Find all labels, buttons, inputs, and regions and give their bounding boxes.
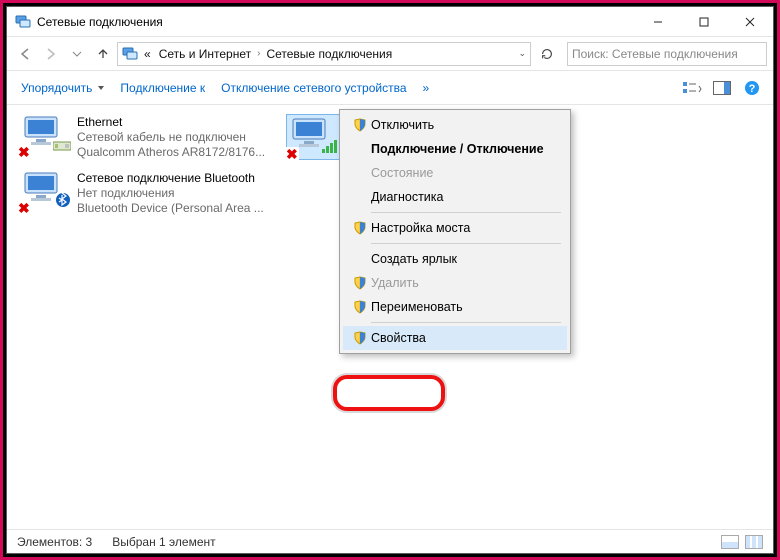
context-menu: Отключить Подключение / Отключение Состоян…: [339, 109, 571, 354]
maximize-button[interactable]: [681, 7, 727, 37]
connection-status: Нет подключения: [77, 186, 264, 201]
search-placeholder: Поиск: Сетевые подключения: [572, 47, 738, 61]
context-menu-item: Удалить: [343, 271, 567, 295]
context-menu-label: Настройка моста: [371, 221, 470, 235]
context-menu-label: Подключение / Отключение: [371, 142, 544, 156]
preview-pane-button[interactable]: [709, 76, 735, 100]
details-view-button[interactable]: [721, 535, 739, 549]
view-options-button[interactable]: [679, 76, 705, 100]
command-bar: Упорядочить Подключение к Отключение сет…: [7, 71, 773, 105]
status-count: Элементов: 3: [17, 535, 92, 549]
bluetooth-overlay-icon: [55, 192, 71, 213]
shield-icon: [349, 118, 371, 132]
navigation-bar: « Сеть и Интернет › Сетевые подключения …: [7, 37, 773, 71]
context-menu-item[interactable]: Диагностика: [343, 185, 567, 209]
titlebar: Сетевые подключения: [7, 7, 773, 37]
connection-device: Bluetooth Device (Personal Area ...: [77, 201, 264, 216]
close-button[interactable]: [727, 7, 773, 37]
connection-status: Сетевой кабель не подключен: [77, 130, 265, 145]
breadcrumb-2[interactable]: Сетевые подключения: [264, 47, 394, 61]
connection-item-bluetooth[interactable]: ✖ Сетевое подключение Bluetooth Нет подк…: [21, 171, 271, 216]
wifi-overlay-icon: [321, 140, 339, 159]
error-overlay-icon: ✖: [285, 147, 299, 161]
context-menu-label: Переименовать: [371, 300, 463, 314]
connection-icon: ✖: [289, 117, 337, 157]
refresh-button[interactable]: [535, 42, 559, 66]
connection-item-wifi[interactable]: ✖: [287, 115, 347, 159]
context-menu-item[interactable]: Свойства: [343, 326, 567, 350]
window-title: Сетевые подключения: [37, 15, 635, 29]
context-menu-item[interactable]: Подключение / Отключение: [343, 137, 567, 161]
breadcrumb-prefix: «: [142, 47, 153, 61]
context-menu-item[interactable]: Отключить: [343, 113, 567, 137]
connection-icon: ✖: [21, 115, 69, 155]
address-bar[interactable]: « Сеть и Интернет › Сетевые подключения …: [117, 42, 531, 66]
connection-icon: ✖: [21, 171, 69, 211]
context-menu-item[interactable]: Настройка моста: [343, 216, 567, 240]
search-input[interactable]: Поиск: Сетевые подключения: [567, 42, 767, 66]
items-area[interactable]: ✖ Ethernet Сетевой кабель не подключен Q…: [7, 105, 773, 529]
large-icons-view-button[interactable]: [745, 535, 763, 549]
shield-icon: [349, 331, 371, 345]
network-connections-icon: [15, 14, 31, 30]
context-menu-item: Состояние: [343, 161, 567, 185]
back-button[interactable]: [13, 42, 37, 66]
context-menu-label: Создать ярлык: [371, 252, 457, 266]
svg-text:?: ?: [749, 83, 756, 95]
help-button[interactable]: ?: [739, 76, 765, 100]
shield-icon: [349, 221, 371, 235]
error-overlay-icon: ✖: [17, 145, 31, 159]
location-icon: [122, 46, 138, 62]
context-menu-item[interactable]: Создать ярлык: [343, 247, 567, 271]
chevron-right-icon[interactable]: ›: [257, 48, 260, 59]
address-dropdown-icon[interactable]: ⌄: [518, 48, 526, 59]
context-menu-label: Состояние: [371, 166, 433, 180]
shield-icon: [349, 300, 371, 314]
organize-button[interactable]: Упорядочить: [15, 77, 110, 99]
status-selection: Выбран 1 элемент: [112, 535, 215, 549]
recent-button[interactable]: [65, 42, 89, 66]
status-bar: Элементов: 3 Выбран 1 элемент: [7, 529, 773, 553]
nic-overlay-icon: [53, 139, 71, 157]
connection-name: Сетевое подключение Bluetooth: [77, 171, 264, 186]
disable-device-button[interactable]: Отключение сетевого устройства: [215, 77, 412, 99]
connect-to-button[interactable]: Подключение к: [114, 77, 211, 99]
breadcrumb-1[interactable]: Сеть и Интернет: [157, 47, 253, 61]
shield-icon: [349, 276, 371, 290]
overflow-button[interactable]: »: [417, 77, 436, 99]
connection-name: Ethernet: [77, 115, 265, 130]
context-menu-item[interactable]: Переименовать: [343, 295, 567, 319]
context-menu-label: Свойства: [371, 331, 426, 345]
context-menu-label: Удалить: [371, 276, 419, 290]
connection-item-ethernet[interactable]: ✖ Ethernet Сетевой кабель не подключен Q…: [21, 115, 271, 160]
up-button[interactable]: [91, 42, 115, 66]
connection-device: Qualcomm Atheros AR8172/8176...: [77, 145, 265, 160]
minimize-button[interactable]: [635, 7, 681, 37]
error-overlay-icon: ✖: [17, 201, 31, 215]
forward-button[interactable]: [39, 42, 63, 66]
context-menu-label: Отключить: [371, 118, 434, 132]
annotation-highlight: [333, 375, 445, 411]
context-menu-label: Диагностика: [371, 190, 443, 204]
